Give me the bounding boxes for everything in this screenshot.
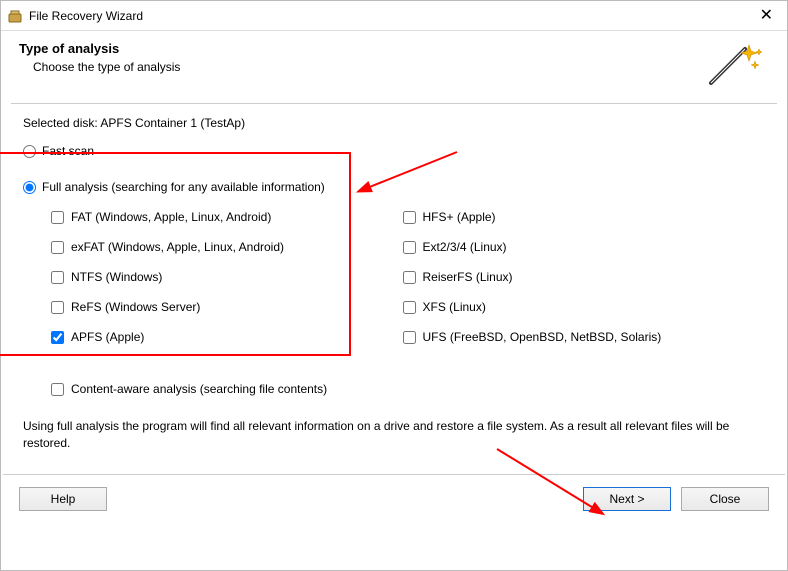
next-button-label: Next >: [609, 492, 644, 506]
titlebar: File Recovery Wizard ✕: [1, 1, 787, 31]
checkbox-fs-left-1-input[interactable]: [51, 241, 64, 254]
checkbox-fs-left-2[interactable]: NTFS (Windows): [51, 270, 397, 284]
checkbox-fs-left-0[interactable]: FAT (Windows, Apple, Linux, Android): [51, 210, 397, 224]
filesystem-options: FAT (Windows, Apple, Linux, Android) exFA…: [23, 202, 769, 360]
checkbox-fs-left-3-label: ReFS (Windows Server): [71, 300, 200, 314]
checkbox-fs-left-0-input[interactable]: [51, 211, 64, 224]
header: Type of analysis Choose the type of anal…: [1, 31, 787, 103]
checkbox-fs-left-1[interactable]: exFAT (Windows, Apple, Linux, Android): [51, 240, 397, 254]
checkbox-fs-left-2-label: NTFS (Windows): [71, 270, 162, 284]
radio-fast-scan-input[interactable]: [23, 145, 36, 158]
checkbox-fs-right-0[interactable]: HFS+ (Apple): [403, 210, 770, 224]
checkbox-fs-right-2-label: ReiserFS (Linux): [423, 270, 513, 284]
checkbox-fs-right-3-input[interactable]: [403, 301, 416, 314]
close-button[interactable]: Close: [681, 487, 769, 511]
checkbox-fs-right-2-input[interactable]: [403, 271, 416, 284]
page-subtitle: Choose the type of analysis: [33, 60, 705, 74]
checkbox-fs-right-3-label: XFS (Linux): [423, 300, 486, 314]
checkbox-fs-left-4-label: APFS (Apple): [71, 330, 144, 344]
wizard-icon: [705, 41, 763, 89]
checkbox-fs-left-4-input[interactable]: [51, 331, 64, 344]
checkbox-fs-right-1[interactable]: Ext2/3/4 (Linux): [403, 240, 770, 254]
button-bar: Help Next > Close: [1, 475, 787, 525]
close-icon[interactable]: ✕: [754, 8, 779, 24]
radio-full-analysis-label: Full analysis (searching for any availab…: [42, 180, 325, 194]
checkbox-fs-right-1-input[interactable]: [403, 241, 416, 254]
page-title: Type of analysis: [19, 41, 705, 56]
next-button[interactable]: Next >: [583, 487, 671, 511]
help-button-label: Help: [51, 492, 76, 506]
radio-fast-scan[interactable]: Fast scan: [23, 144, 769, 158]
checkbox-fs-right-2[interactable]: ReiserFS (Linux): [403, 270, 770, 284]
checkbox-fs-left-3[interactable]: ReFS (Windows Server): [51, 300, 397, 314]
radio-full-analysis[interactable]: Full analysis (searching for any availab…: [23, 180, 769, 194]
radio-fast-scan-label: Fast scan: [42, 144, 94, 158]
radio-full-analysis-input[interactable]: [23, 181, 36, 194]
checkbox-fs-right-0-label: HFS+ (Apple): [423, 210, 496, 224]
content-area: Selected disk: APFS Container 1 (TestAp)…: [1, 104, 787, 460]
checkbox-content-aware-input[interactable]: [51, 383, 64, 396]
checkbox-fs-right-4-input[interactable]: [403, 331, 416, 344]
checkbox-content-aware[interactable]: Content-aware analysis (searching file c…: [51, 382, 769, 396]
checkbox-fs-left-4[interactable]: APFS (Apple): [51, 330, 397, 344]
checkbox-fs-left-0-label: FAT (Windows, Apple, Linux, Android): [71, 210, 271, 224]
help-button[interactable]: Help: [19, 487, 107, 511]
checkbox-fs-left-2-input[interactable]: [51, 271, 64, 284]
checkbox-fs-right-4[interactable]: UFS (FreeBSD, OpenBSD, NetBSD, Solaris): [403, 330, 770, 344]
checkbox-fs-left-1-label: exFAT (Windows, Apple, Linux, Android): [71, 240, 284, 254]
checkbox-fs-right-0-input[interactable]: [403, 211, 416, 224]
selected-disk-label: Selected disk: APFS Container 1 (TestAp): [23, 116, 769, 130]
window-title: File Recovery Wizard: [29, 9, 754, 23]
description-text: Using full analysis the program will fin…: [23, 418, 763, 452]
close-button-label: Close: [710, 492, 741, 506]
app-icon: [7, 8, 23, 24]
checkbox-content-aware-label: Content-aware analysis (searching file c…: [71, 382, 327, 396]
checkbox-fs-right-1-label: Ext2/3/4 (Linux): [423, 240, 507, 254]
checkbox-fs-right-3[interactable]: XFS (Linux): [403, 300, 770, 314]
checkbox-fs-right-4-label: UFS (FreeBSD, OpenBSD, NetBSD, Solaris): [423, 330, 662, 344]
checkbox-fs-left-3-input[interactable]: [51, 301, 64, 314]
